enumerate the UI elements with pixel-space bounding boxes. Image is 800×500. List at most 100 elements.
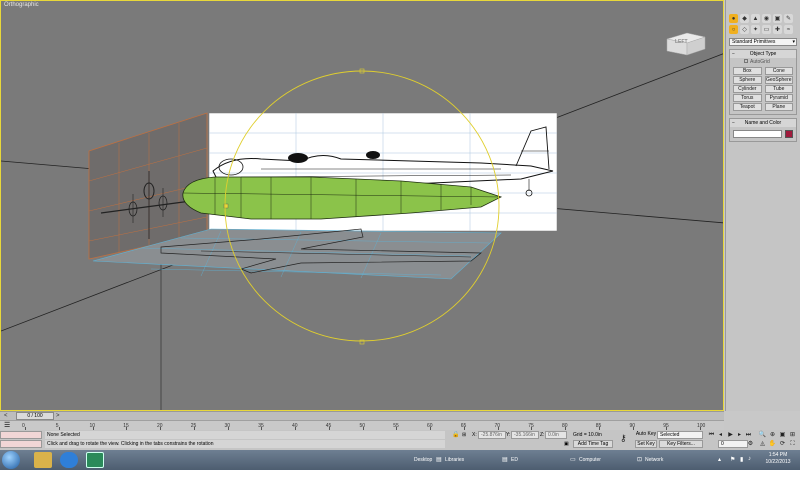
object-color-swatch[interactable] bbox=[785, 130, 793, 138]
prev-frame-icon[interactable]: < bbox=[4, 412, 8, 420]
display-tab-icon[interactable]: ▣ bbox=[773, 14, 782, 23]
key-icon[interactable]: ⚷ bbox=[620, 433, 627, 444]
maximize-viewport-icon[interactable]: ⛶ bbox=[788, 440, 797, 448]
time-slider-track[interactable]: < 0 / 100 > bbox=[0, 411, 724, 420]
zoom-icon[interactable]: 🔍 bbox=[758, 431, 767, 439]
clock-date: 10/22/2013 bbox=[765, 459, 791, 465]
network-tray-icon[interactable]: ▮ bbox=[740, 456, 743, 463]
motion-tab-icon[interactable]: ◉ bbox=[762, 14, 771, 23]
selection-status: None Selected bbox=[45, 431, 445, 439]
libraries-icon[interactable]: ▤ bbox=[436, 456, 442, 463]
viewport-scene[interactable] bbox=[1, 1, 724, 411]
cameras-icon[interactable]: ▭ bbox=[762, 25, 771, 34]
prompt-line: Click and drag to rotate the view. Click… bbox=[45, 440, 445, 448]
blank-area bbox=[0, 470, 800, 500]
field-of-view-icon[interactable]: ◬ bbox=[758, 440, 767, 448]
internet-explorer-icon[interactable] bbox=[60, 452, 78, 468]
time-slider[interactable]: 0 / 100 bbox=[16, 412, 54, 420]
z-coordinate-field[interactable]: 0.0in bbox=[545, 431, 567, 439]
explorer-taskbar-icon[interactable] bbox=[34, 452, 52, 468]
box-button[interactable]: Box bbox=[733, 67, 762, 75]
utilities-tab-icon[interactable]: ✎ bbox=[784, 14, 793, 23]
primitive-type-value: Standard Primitives bbox=[732, 39, 776, 45]
prev-key-icon[interactable]: ◂ bbox=[716, 431, 725, 439]
clock[interactable]: 1:54 PM 10/22/2013 bbox=[758, 452, 798, 466]
computer-link[interactable]: Computer bbox=[579, 452, 601, 468]
name-row bbox=[730, 127, 796, 141]
lock-selection-icon[interactable]: 🔒 bbox=[452, 431, 459, 438]
zoom-extents-all-icon[interactable]: ⊞ bbox=[788, 431, 797, 439]
libraries-link[interactable]: Libraries bbox=[445, 452, 464, 468]
3ds-max-taskbar-icon[interactable] bbox=[86, 452, 104, 468]
hierarchy-tab-icon[interactable]: ▲ bbox=[751, 14, 760, 23]
orthographic-viewport[interactable]: Orthographic LEFT bbox=[0, 0, 724, 411]
torus-button[interactable]: Torus bbox=[733, 94, 762, 102]
zoom-all-icon[interactable]: ⊕ bbox=[768, 431, 777, 439]
key-filters-button[interactable]: Key Filters... bbox=[659, 440, 703, 448]
primitive-type-dropdown[interactable]: Standard Primitives ▾ bbox=[729, 38, 797, 46]
goto-start-icon[interactable]: ⏮ bbox=[707, 431, 716, 439]
z-label: Z: bbox=[540, 432, 545, 438]
network-link[interactable]: Network bbox=[645, 452, 663, 468]
show-hidden-icons[interactable]: ▴ bbox=[718, 456, 721, 463]
maxscript-listener-mini[interactable] bbox=[0, 431, 42, 439]
geosphere-button[interactable]: GeoSphere bbox=[764, 76, 793, 84]
y-coordinate-field[interactable]: -35.166in bbox=[511, 431, 539, 439]
geometry-icon[interactable]: ○ bbox=[729, 25, 738, 34]
name-and-color-title[interactable]: − Name and Color bbox=[730, 119, 796, 127]
flag-icon[interactable]: ⚑ bbox=[730, 456, 735, 463]
time-tag-icon[interactable]: ▣ bbox=[564, 441, 569, 447]
lights-icon[interactable]: ✦ bbox=[751, 25, 760, 34]
zoom-extents-icon[interactable]: ▣ bbox=[778, 431, 787, 439]
next-key-icon[interactable]: ▸ bbox=[735, 431, 744, 439]
y-label: Y: bbox=[506, 432, 511, 438]
absolute-mode-icon[interactable]: ⊞ bbox=[462, 432, 466, 438]
primitive-buttons: Box Cone Sphere GeoSphere Cylinder Tube … bbox=[730, 66, 796, 114]
collapse-icon: − bbox=[732, 120, 735, 126]
helpers-icon[interactable]: ✚ bbox=[773, 25, 782, 34]
autogrid-checkbox[interactable]: AutoGrid bbox=[730, 58, 796, 66]
modify-tab-icon[interactable]: ◆ bbox=[740, 14, 749, 23]
plane-button[interactable]: Plane bbox=[764, 103, 793, 111]
cylinder-button[interactable]: Cylinder bbox=[733, 85, 762, 93]
track-bar[interactable]: ☰ 0 5 10 15 20 25 30 35 40 45 50 55 60 65 70 75 80 85 90 95… bbox=[0, 420, 724, 430]
folder-icon[interactable]: ▤ bbox=[502, 456, 508, 463]
start-button[interactable] bbox=[2, 451, 20, 469]
object-name-field[interactable] bbox=[733, 130, 782, 138]
next-frame-icon[interactable]: > bbox=[56, 412, 60, 420]
spacewarps-icon[interactable]: ≈ bbox=[784, 25, 793, 34]
tube-button[interactable]: Tube bbox=[764, 85, 793, 93]
ed-folder-link[interactable]: ED bbox=[511, 452, 518, 468]
grid-size: Grid = 10.0in bbox=[573, 432, 602, 438]
shapes-icon[interactable]: ◇ bbox=[740, 25, 749, 34]
teapot-button[interactable]: Teapot bbox=[733, 103, 762, 111]
network-icon[interactable]: ⊡ bbox=[637, 456, 642, 463]
goto-end-icon[interactable]: ⏭ bbox=[744, 431, 753, 439]
x-coordinate-field[interactable]: -25.876in bbox=[478, 431, 506, 439]
pyramid-button[interactable]: Pyramid bbox=[764, 94, 793, 102]
viewport-label[interactable]: Orthographic bbox=[4, 2, 39, 8]
key-mode-dropdown[interactable]: Selected bbox=[657, 431, 703, 439]
auto-key-button[interactable]: Auto Key bbox=[635, 431, 657, 439]
command-panel-tabs: ● ◆ ▲ ◉ ▣ ✎ bbox=[726, 0, 800, 25]
sphere-button[interactable]: Sphere bbox=[733, 76, 762, 84]
add-time-tag-button[interactable]: Add Time Tag bbox=[573, 440, 613, 448]
curve-editor-icon[interactable]: ☰ bbox=[4, 421, 10, 429]
create-tab-icon[interactable]: ● bbox=[729, 14, 738, 23]
maxscript-listener-mini-2[interactable] bbox=[0, 440, 42, 448]
checkbox-icon bbox=[744, 59, 748, 63]
computer-icon[interactable]: ▭ bbox=[570, 456, 576, 463]
cone-button[interactable]: Cone bbox=[764, 67, 793, 75]
name-and-color-rollout: − Name and Color bbox=[729, 118, 797, 142]
pan-icon[interactable]: ✋ bbox=[768, 440, 777, 448]
object-type-title[interactable]: − Object Type bbox=[730, 50, 796, 58]
status-bar: None Selected Click and drag to rotate t… bbox=[0, 430, 800, 450]
volume-icon[interactable]: ♪ bbox=[748, 456, 751, 462]
current-frame-field[interactable]: 0 bbox=[718, 440, 748, 448]
time-config-icon[interactable]: ⚙ bbox=[746, 440, 755, 448]
set-key-button[interactable]: Set Key bbox=[635, 440, 657, 448]
orbit-icon[interactable]: ⟳ bbox=[778, 440, 787, 448]
chevron-down-icon: ▾ bbox=[792, 39, 795, 45]
desktop-toolbar[interactable]: Desktop bbox=[414, 452, 432, 468]
play-icon[interactable]: ▶ bbox=[726, 431, 735, 439]
